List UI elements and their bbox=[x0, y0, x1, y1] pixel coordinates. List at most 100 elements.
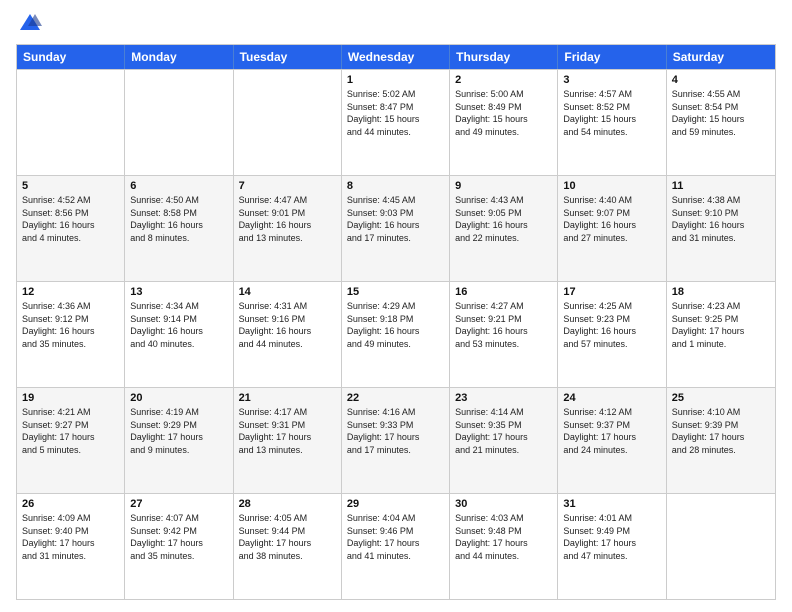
day-info: Sunrise: 4:38 AMSunset: 9:10 PMDaylight:… bbox=[672, 194, 770, 244]
day-cell-22: 22 Sunrise: 4:16 AMSunset: 9:33 PMDayligh… bbox=[342, 388, 450, 493]
day-info: Sunrise: 4:45 AMSunset: 9:03 PMDaylight:… bbox=[347, 194, 444, 244]
day-number: 30 bbox=[455, 498, 552, 510]
day-cell-30: 30 Sunrise: 4:03 AMSunset: 9:48 PMDayligh… bbox=[450, 494, 558, 599]
header-day-tuesday: Tuesday bbox=[234, 45, 342, 69]
day-number: 14 bbox=[239, 286, 336, 298]
day-info: Sunrise: 4:03 AMSunset: 9:48 PMDaylight:… bbox=[455, 512, 552, 562]
header-day-wednesday: Wednesday bbox=[342, 45, 450, 69]
day-cell-4: 4Sunrise: 4:55 AMSunset: 8:54 PMDaylight… bbox=[667, 70, 775, 175]
day-cell-18: 18 Sunrise: 4:23 AMSunset: 9:25 PMDayligh… bbox=[667, 282, 775, 387]
day-info: Sunrise: 4:17 AMSunset: 9:31 PMDaylight:… bbox=[239, 406, 336, 456]
calendar: SundayMondayTuesdayWednesdayThursdayFrid… bbox=[16, 44, 776, 600]
day-number: 22 bbox=[347, 392, 444, 404]
day-cell-27: 27Sunrise: 4:07 AMSunset: 9:42 PMDayligh… bbox=[125, 494, 233, 599]
day-cell-2: 2 Sunrise: 5:00 AMSunset: 8:49 PMDaylight… bbox=[450, 70, 558, 175]
day-info: Sunrise: 4:47 AMSunset: 9:01 PMDaylight:… bbox=[239, 194, 336, 244]
calendar-body: 1 Sunrise: 5:02 AMSunset: 8:47 PMDaylight… bbox=[17, 69, 775, 599]
empty-cell bbox=[234, 70, 342, 175]
day-cell-7: 7 Sunrise: 4:47 AMSunset: 9:01 PMDaylight… bbox=[234, 176, 342, 281]
day-number: 3 bbox=[563, 74, 660, 86]
day-cell-16: 16 Sunrise: 4:27 AMSunset: 9:21 PMDayligh… bbox=[450, 282, 558, 387]
day-cell-20: 20Sunrise: 4:19 AMSunset: 9:29 PMDayligh… bbox=[125, 388, 233, 493]
day-info: Sunrise: 4:16 AMSunset: 9:33 PMDaylight:… bbox=[347, 406, 444, 456]
day-number: 15 bbox=[347, 286, 444, 298]
day-number: 9 bbox=[455, 180, 552, 192]
day-cell-12: 12 Sunrise: 4:36 AMSunset: 9:12 PMDayligh… bbox=[17, 282, 125, 387]
day-number: 18 bbox=[672, 286, 770, 298]
day-cell-1: 1 Sunrise: 5:02 AMSunset: 8:47 PMDaylight… bbox=[342, 70, 450, 175]
day-number: 16 bbox=[455, 286, 552, 298]
day-number: 11 bbox=[672, 180, 770, 192]
day-number: 23 bbox=[455, 392, 552, 404]
day-cell-14: 14 Sunrise: 4:31 AMSunset: 9:16 PMDayligh… bbox=[234, 282, 342, 387]
day-cell-28: 28 Sunrise: 4:05 AMSunset: 9:44 PMDayligh… bbox=[234, 494, 342, 599]
header-day-thursday: Thursday bbox=[450, 45, 558, 69]
day-info: Sunrise: 4:23 AMSunset: 9:25 PMDaylight:… bbox=[672, 300, 770, 350]
calendar-header: SundayMondayTuesdayWednesdayThursdayFrid… bbox=[17, 45, 775, 69]
day-number: 12 bbox=[22, 286, 119, 298]
day-cell-5: 5 Sunrise: 4:52 AMSunset: 8:56 PMDaylight… bbox=[17, 176, 125, 281]
day-number: 7 bbox=[239, 180, 336, 192]
day-number: 19 bbox=[22, 392, 119, 404]
header-day-monday: Monday bbox=[125, 45, 233, 69]
day-number: 25 bbox=[672, 392, 770, 404]
day-info: Sunrise: 4:09 AMSunset: 9:40 PMDaylight:… bbox=[22, 512, 119, 562]
day-info: Sunrise: 4:36 AMSunset: 9:12 PMDaylight:… bbox=[22, 300, 119, 350]
day-cell-15: 15Sunrise: 4:29 AMSunset: 9:18 PMDayligh… bbox=[342, 282, 450, 387]
day-number: 24 bbox=[563, 392, 660, 404]
day-info: Sunrise: 4:19 AMSunset: 9:29 PMDaylight:… bbox=[130, 406, 227, 456]
day-number: 5 bbox=[22, 180, 119, 192]
day-cell-26: 26 Sunrise: 4:09 AMSunset: 9:40 PMDayligh… bbox=[17, 494, 125, 599]
day-info: Sunrise: 4:05 AMSunset: 9:44 PMDaylight:… bbox=[239, 512, 336, 562]
logo bbox=[16, 12, 42, 36]
day-info: Sunrise: 4:10 AMSunset: 9:39 PMDaylight:… bbox=[672, 406, 770, 456]
day-number: 10 bbox=[563, 180, 660, 192]
day-cell-25: 25 Sunrise: 4:10 AMSunset: 9:39 PMDayligh… bbox=[667, 388, 775, 493]
day-number: 13 bbox=[130, 286, 227, 298]
week-row-3: 12 Sunrise: 4:36 AMSunset: 9:12 PMDayligh… bbox=[17, 281, 775, 387]
day-info: Sunrise: 4:40 AMSunset: 9:07 PMDaylight:… bbox=[563, 194, 660, 244]
day-cell-29: 29Sunrise: 4:04 AMSunset: 9:46 PMDayligh… bbox=[342, 494, 450, 599]
day-cell-31: 31Sunrise: 4:01 AMSunset: 9:49 PMDayligh… bbox=[558, 494, 666, 599]
day-cell-19: 19 Sunrise: 4:21 AMSunset: 9:27 PMDayligh… bbox=[17, 388, 125, 493]
empty-cell bbox=[667, 494, 775, 599]
day-number: 17 bbox=[563, 286, 660, 298]
day-number: 27 bbox=[130, 498, 227, 510]
day-number: 26 bbox=[22, 498, 119, 510]
day-info: Sunrise: 5:02 AMSunset: 8:47 PMDaylight:… bbox=[347, 88, 444, 138]
day-number: 8 bbox=[347, 180, 444, 192]
header-day-friday: Friday bbox=[558, 45, 666, 69]
day-cell-9: 9 Sunrise: 4:43 AMSunset: 9:05 PMDaylight… bbox=[450, 176, 558, 281]
day-info: Sunrise: 5:00 AMSunset: 8:49 PMDaylight:… bbox=[455, 88, 552, 138]
day-number: 2 bbox=[455, 74, 552, 86]
day-cell-24: 24 Sunrise: 4:12 AMSunset: 9:37 PMDayligh… bbox=[558, 388, 666, 493]
page: SundayMondayTuesdayWednesdayThursdayFrid… bbox=[0, 0, 792, 612]
day-info: Sunrise: 4:50 AMSunset: 8:58 PMDaylight:… bbox=[130, 194, 227, 244]
empty-cell bbox=[125, 70, 233, 175]
day-cell-13: 13 Sunrise: 4:34 AMSunset: 9:14 PMDayligh… bbox=[125, 282, 233, 387]
day-info: Sunrise: 4:34 AMSunset: 9:14 PMDaylight:… bbox=[130, 300, 227, 350]
week-row-2: 5 Sunrise: 4:52 AMSunset: 8:56 PMDaylight… bbox=[17, 175, 775, 281]
header-day-saturday: Saturday bbox=[667, 45, 775, 69]
day-info: Sunrise: 4:27 AMSunset: 9:21 PMDaylight:… bbox=[455, 300, 552, 350]
day-info: Sunrise: 4:52 AMSunset: 8:56 PMDaylight:… bbox=[22, 194, 119, 244]
empty-cell bbox=[17, 70, 125, 175]
day-number: 6 bbox=[130, 180, 227, 192]
day-info: Sunrise: 4:57 AMSunset: 8:52 PMDaylight:… bbox=[563, 88, 660, 138]
day-cell-8: 8 Sunrise: 4:45 AMSunset: 9:03 PMDaylight… bbox=[342, 176, 450, 281]
day-info: Sunrise: 4:43 AMSunset: 9:05 PMDaylight:… bbox=[455, 194, 552, 244]
day-info: Sunrise: 4:31 AMSunset: 9:16 PMDaylight:… bbox=[239, 300, 336, 350]
day-info: Sunrise: 4:21 AMSunset: 9:27 PMDaylight:… bbox=[22, 406, 119, 456]
day-cell-10: 10 Sunrise: 4:40 AMSunset: 9:07 PMDayligh… bbox=[558, 176, 666, 281]
day-info: Sunrise: 4:14 AMSunset: 9:35 PMDaylight:… bbox=[455, 406, 552, 456]
day-cell-21: 21 Sunrise: 4:17 AMSunset: 9:31 PMDayligh… bbox=[234, 388, 342, 493]
logo-icon bbox=[18, 12, 42, 36]
day-number: 28 bbox=[239, 498, 336, 510]
day-cell-17: 17Sunrise: 4:25 AMSunset: 9:23 PMDayligh… bbox=[558, 282, 666, 387]
week-row-1: 1 Sunrise: 5:02 AMSunset: 8:47 PMDaylight… bbox=[17, 69, 775, 175]
day-info: Sunrise: 4:12 AMSunset: 9:37 PMDaylight:… bbox=[563, 406, 660, 456]
day-number: 21 bbox=[239, 392, 336, 404]
day-cell-11: 11 Sunrise: 4:38 AMSunset: 9:10 PMDayligh… bbox=[667, 176, 775, 281]
day-cell-3: 3 Sunrise: 4:57 AMSunset: 8:52 PMDaylight… bbox=[558, 70, 666, 175]
day-number: 1 bbox=[347, 74, 444, 86]
